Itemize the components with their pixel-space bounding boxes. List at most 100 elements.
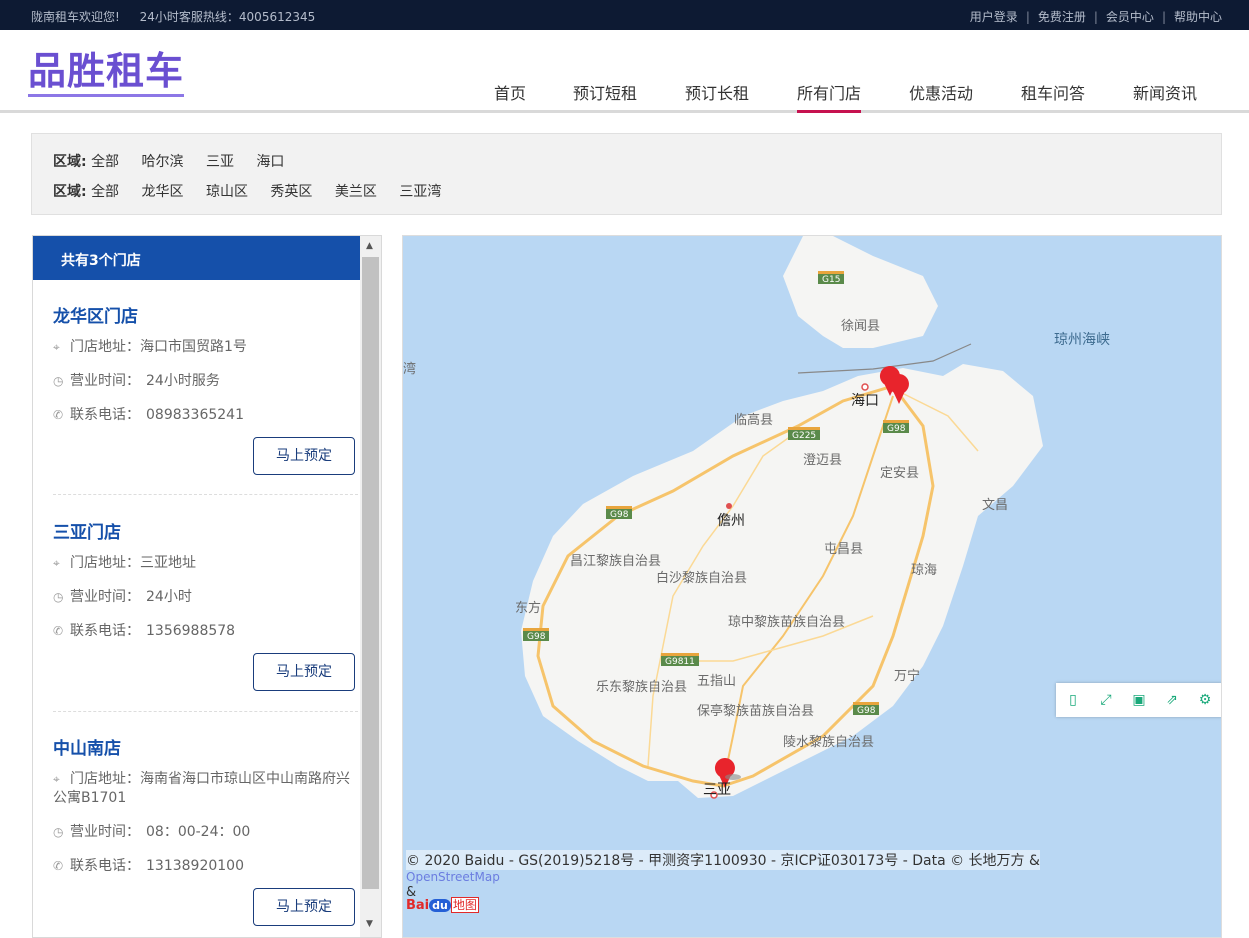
map-label: 保亭黎族苗族自治县 [697,704,815,719]
save-icon[interactable]: ▣ [1130,691,1148,709]
nav-long-rent[interactable]: 预订长租 [685,80,749,113]
store-card: 三亚门店 ⌖ 门店地址：三亚地址 ◷ 营业时间： 24小时 ✆ 联系电话： 1356988… [53,518,358,698]
filter-label: 区域: [53,154,87,170]
divider [53,711,358,712]
site-header: 品胜租车 首页 预订短租 预订长租 所有门店 优惠活动 租车问答 新闻资讯 [0,30,1249,113]
map-label: 白沙黎族自治县 [656,571,748,586]
login-link[interactable]: 用户登录 [970,10,1018,24]
map-label: 乐东黎族自治县 [596,680,688,695]
phone-icon: ✆ [53,408,64,422]
scrollbar-thumb[interactable] [362,257,379,889]
phone-icon: ✆ [53,624,64,638]
nav-home[interactable]: 首页 [494,80,526,113]
highway-shield: G15 [818,271,845,285]
baidu-map-logo[interactable]: Bai du 地图 [406,896,479,916]
welcome-text: 陇南租车欢迎您! [31,10,120,24]
share-icon[interactable]: ⇗ [1163,691,1181,709]
filter-option-harbin[interactable]: 哈尔滨 [142,154,184,170]
phone-icon: ✆ [53,859,64,873]
store-name[interactable]: 三亚门店 [53,518,358,543]
store-list-scrollbar[interactable]: ▲ ▼ [360,236,381,937]
map-toolbar: ▯ ⤢ ▣ ⇗ ⚙ [1056,683,1221,717]
map-label: 海口 [851,393,879,409]
scroll-down-icon[interactable]: ▼ [366,919,373,929]
map-label: 三亚 [703,782,731,798]
highway-shield: G9811 [661,653,699,667]
map-label: 五指山 [697,674,737,689]
map-label: 琼中黎族苗族自治县 [728,615,846,630]
filter-option-all[interactable]: 全部 [91,154,119,170]
site-logo[interactable]: 品胜租车 [28,48,185,97]
scroll-up-icon[interactable]: ▲ [366,241,373,251]
store-card: 中山南店 ⌖ 门店地址：海南省海口市琼山区中山南路府兴 公寓B1701 ◷ 营业时间… [53,734,358,934]
map-label: 儋州 [717,513,745,529]
fullscreen-icon[interactable]: ⤢ [1097,691,1115,709]
filter-option-qiongshan[interactable]: 琼山区 [206,184,248,200]
filter-option-sanyawan[interactable]: 三亚湾 [399,184,441,200]
store-name[interactable]: 龙华区门店 [53,302,358,327]
map-label: 文昌 [982,498,1009,513]
location-pin-icon: ⌖ [53,340,60,354]
map-copyright: © 2020 Baidu - GS(2019)5218号 - 甲测资字11009… [406,850,1040,870]
highway-shield: G98 [853,702,880,716]
nav-promotions[interactable]: 优惠活动 [909,80,973,113]
map-label: 东方 [515,601,542,616]
map-label: 徐闻县 [841,319,881,334]
store-phone: ✆ 联系电话： 08983365241 [53,407,244,423]
highway-shield: G98 [523,628,550,642]
location-pin-icon: ⌖ [53,772,60,786]
book-now-button[interactable]: 马上预定 [253,437,355,475]
register-link[interactable]: 免费注册 [1038,10,1086,24]
store-map[interactable]: 徐闻县 琼州海峡 湾 海口 临高县 澄迈县 定安县 文昌 儋州 屯昌县 昌江黎族… [402,235,1222,938]
book-now-button[interactable]: 马上预定 [253,888,355,926]
region-filter: 区域: 全部 哈尔滨 三亚 海口 区域: 全部 龙华区 琼山区 秀英区 美兰区 … [31,133,1222,215]
map-label: 临高县 [734,413,774,428]
map-label: 昌江黎族自治县 [570,554,662,569]
highway-shield: G98 [883,420,910,434]
map-label: 定安县 [880,466,920,481]
map-label: 琼海 [911,563,938,578]
store-address: ⌖ 门店地址：三亚地址 [53,555,196,571]
nav-all-stores[interactable]: 所有门店 [797,80,862,113]
clock-icon: ◷ [53,374,64,388]
hotline-text: 24小时客服热线：4005612345 [139,10,316,24]
store-name[interactable]: 中山南店 [53,734,358,759]
filter-option-meilan[interactable]: 美兰区 [335,184,377,200]
store-address: ⌖ 门店地址：海口市国贸路1号 [53,339,247,355]
nav-news[interactable]: 新闻资讯 [1133,80,1197,113]
map-label: 湾 [403,362,417,377]
filter-option-longhua[interactable]: 龙华区 [142,184,184,200]
store-hours: ◷ 营业时间： 24小时服务 [53,373,220,389]
highway-shield: G225 [788,427,821,441]
filter-row-city: 区域: 全部 哈尔滨 三亚 海口 [53,151,302,171]
map-label: 澄迈县 [803,453,843,468]
clock-icon: ◷ [53,825,64,839]
highway-shield: G98 [606,506,633,520]
filter-option-haikou[interactable]: 海口 [256,154,284,170]
member-center-link[interactable]: 会员中心 [1106,10,1154,24]
help-center-link[interactable]: 帮助中心 [1174,10,1222,24]
filter-option-sanya[interactable]: 三亚 [206,154,234,170]
store-address: ⌖ 门店地址：海南省海口市琼山区中山南路府兴 [53,771,350,787]
map-label: 琼州海峡 [1054,332,1110,348]
map-label: 万宁 [894,669,921,684]
filter-label: 区域: [53,184,87,200]
filter-row-district: 区域: 全部 龙华区 琼山区 秀英区 美兰区 三亚湾 [53,181,459,201]
divider [53,494,358,495]
filter-option-xiuying[interactable]: 秀英区 [270,184,312,200]
filter-option-all[interactable]: 全部 [91,184,119,200]
store-card: 龙华区门店 ⌖ 门店地址：海口市国贸路1号 ◷ 营业时间： 24小时服务 ✆ 联系电话：… [53,302,358,482]
store-phone: ✆ 联系电话： 13138920100 [53,858,244,874]
store-phone: ✆ 联系电话： 1356988578 [53,623,236,639]
osm-link[interactable]: OpenStreetMap [406,870,500,884]
map-label: 屯昌县 [824,542,864,557]
settings-icon[interactable]: ⚙ [1196,691,1214,709]
top-bar: 陇南租车欢迎您! 24小时客服热线：4005612345 用户登录 | 免费注册 | 会… [0,0,1249,30]
nav-faq[interactable]: 租车问答 [1021,80,1085,113]
map-label: 陵水黎族自治县 [783,735,875,750]
tablet-icon[interactable]: ▯ [1064,691,1082,709]
clock-icon: ◷ [53,590,64,604]
book-now-button[interactable]: 马上预定 [253,653,355,691]
location-pin-icon: ⌖ [53,556,60,570]
nav-short-rent[interactable]: 预订短租 [573,80,637,113]
